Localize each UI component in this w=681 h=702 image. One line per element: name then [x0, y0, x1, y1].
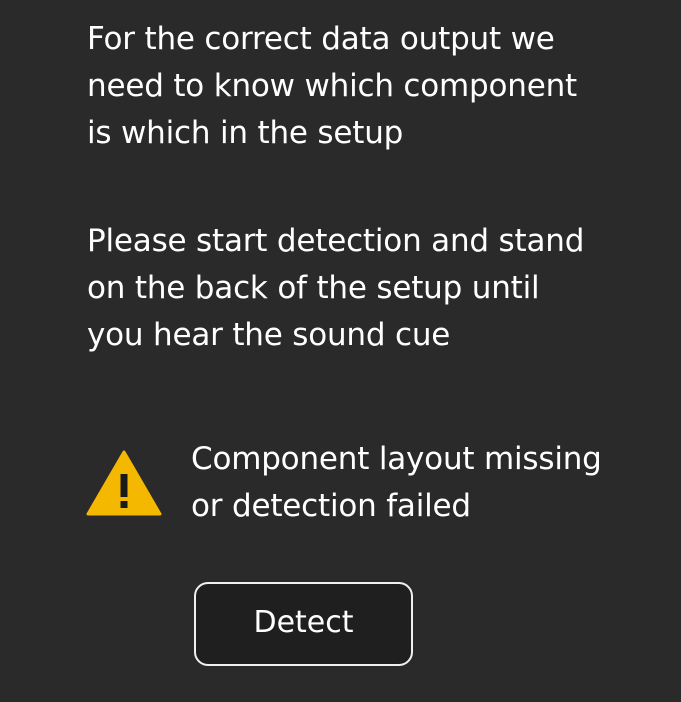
status-message: Component layout missing or detection fa… [86, 436, 666, 536]
instruction-text-2: Please start detection and stand on the … [87, 223, 585, 353]
status-text: Component layout missing or detection fa… [191, 441, 602, 524]
detect-button[interactable]: Detect [194, 582, 413, 666]
warning-icon [86, 450, 162, 516]
instruction-text-1: For the correct data output we need to k… [87, 21, 578, 151]
